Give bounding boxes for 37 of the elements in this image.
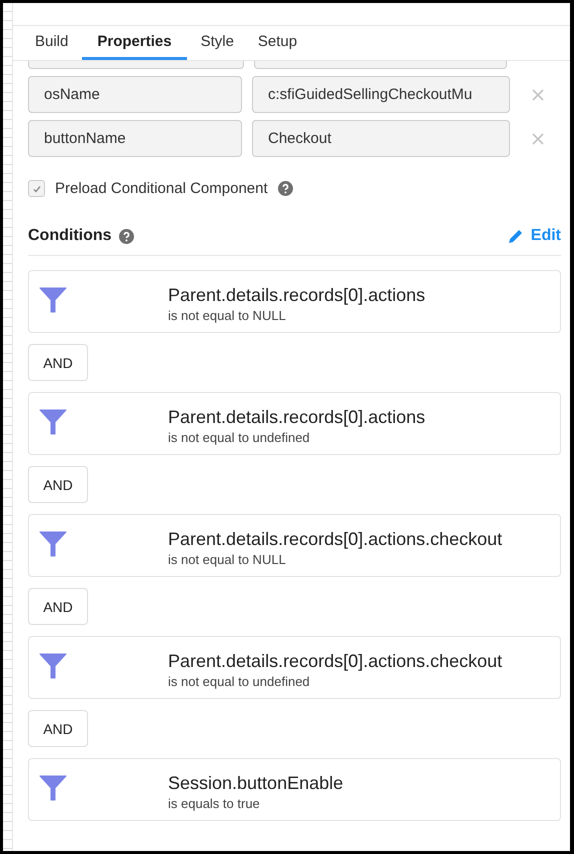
close-icon[interactable] xyxy=(531,88,545,102)
and-button[interactable]: AND xyxy=(28,344,88,381)
and-button[interactable]: AND xyxy=(28,710,88,747)
pencil-icon[interactable] xyxy=(508,228,524,244)
tab[interactable]: Build xyxy=(25,26,78,60)
and-button[interactable]: AND xyxy=(28,588,88,625)
input-field[interactable] xyxy=(28,61,244,69)
condition-field: Session.buttonEnable xyxy=(168,773,344,794)
input-field[interactable]: Checkout xyxy=(252,120,510,157)
section-title: Conditions xyxy=(28,227,112,245)
input-field[interactable] xyxy=(254,61,507,69)
help-icon[interactable] xyxy=(278,181,293,196)
condition-field: Parent.details.records[0].actions.checkout xyxy=(168,529,502,550)
filter-icon xyxy=(39,409,67,435)
filter-icon xyxy=(39,653,67,679)
tab[interactable]: Setup xyxy=(248,26,308,60)
condition-field: Parent.details.records[0].actions.checkout xyxy=(168,651,502,672)
close-icon[interactable] xyxy=(531,132,545,146)
filter-icon xyxy=(39,531,67,557)
help-icon[interactable] xyxy=(118,228,134,244)
checkbox[interactable] xyxy=(28,180,45,197)
input-field[interactable]: buttonName xyxy=(28,120,242,157)
condition-rule: is not equal to NULL xyxy=(168,308,287,323)
filter-icon xyxy=(39,775,67,801)
condition-rule: is not equal to undefined xyxy=(168,674,311,689)
condition-rule: is not equal to undefined xyxy=(168,430,311,445)
filter-icon xyxy=(39,287,67,313)
condition-field: Parent.details.records[0].actions xyxy=(168,407,426,428)
condition-rule: is equals to true xyxy=(168,796,261,811)
condition-rule: is not equal to NULL xyxy=(168,552,287,567)
tab[interactable]: Style xyxy=(190,26,244,60)
checkbox-label: Preload Conditional Component xyxy=(55,180,268,197)
input-field[interactable]: c:sfiGuidedSellingCheckoutMu xyxy=(252,76,510,113)
input-field[interactable]: osName xyxy=(28,76,242,113)
check-icon xyxy=(32,184,42,194)
and-button[interactable]: AND xyxy=(28,466,88,503)
condition-field: Parent.details.records[0].actions xyxy=(168,285,426,306)
